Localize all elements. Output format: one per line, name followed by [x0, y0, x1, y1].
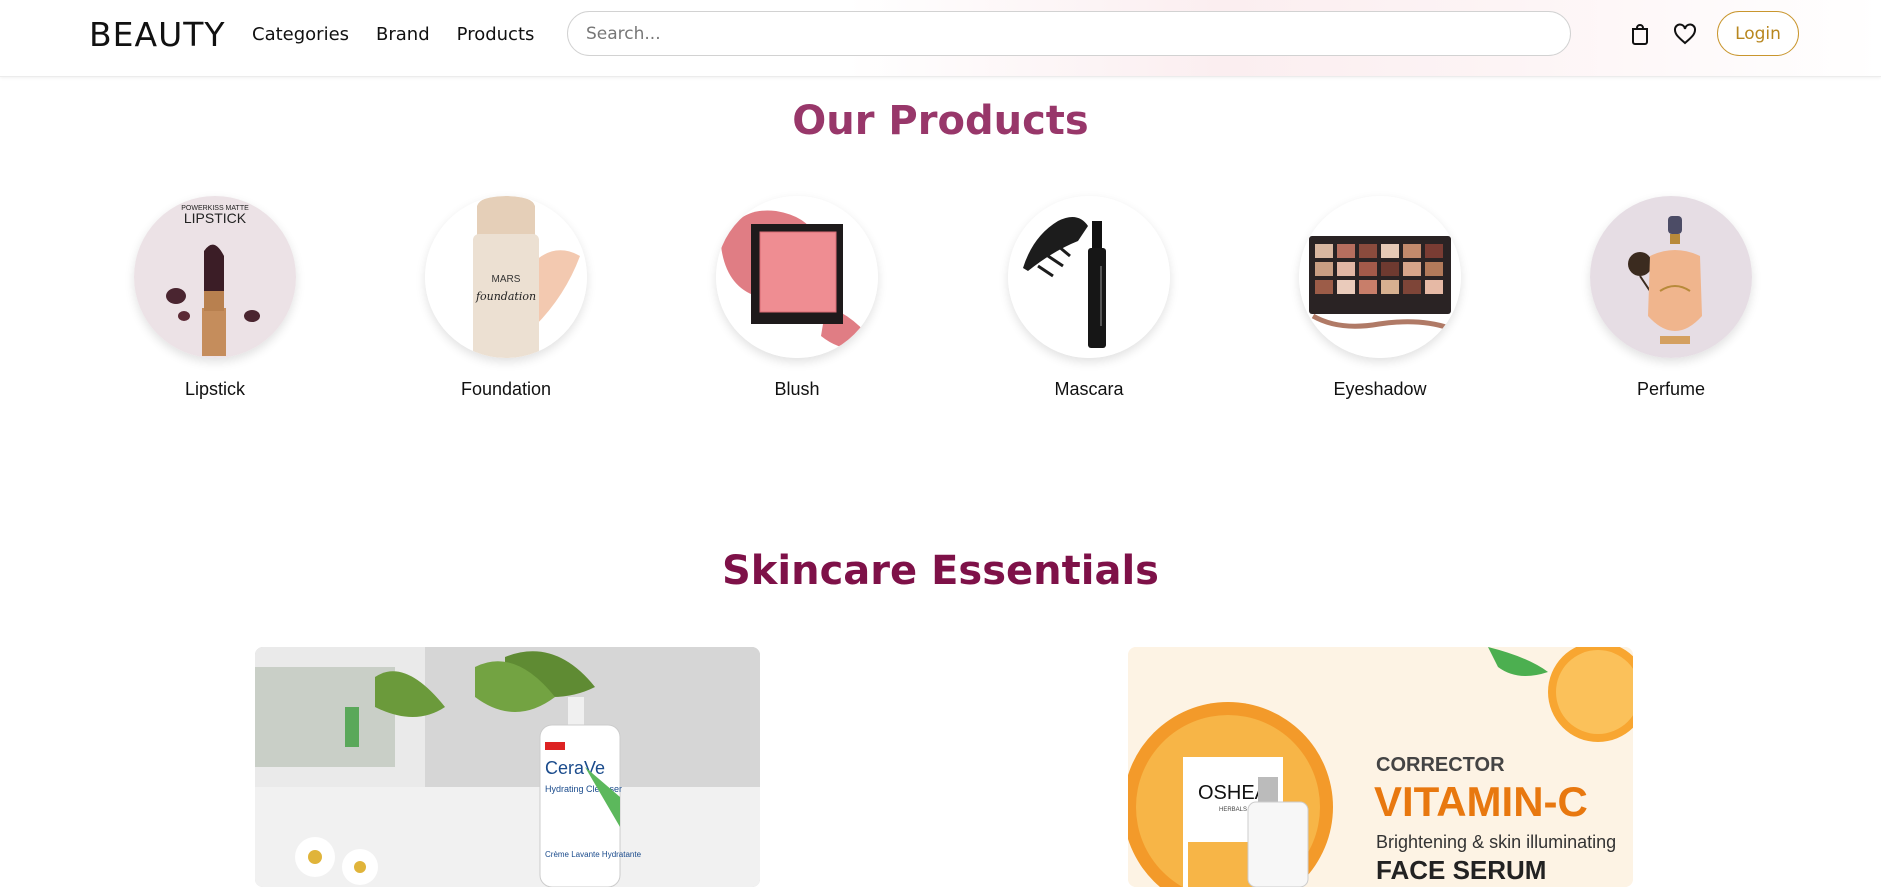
- products-section-title: Our Products: [792, 98, 1089, 144]
- skincare-section-title: Skincare Essentials: [722, 548, 1159, 594]
- lipstick-image: POWERKISS MATTE LIPSTICK: [134, 196, 296, 358]
- vitamin-main-text: VITAMIN-C: [1374, 778, 1588, 825]
- oshea-sub-text: HERBALS: [1219, 807, 1247, 813]
- vitamin-kicker-text: CORRECTOR: [1376, 754, 1505, 776]
- lipstick-image-text-main: LIPSTICK: [184, 210, 247, 226]
- product-label-mascara: Mascara: [1054, 379, 1124, 399]
- perfume-image: [1590, 196, 1752, 358]
- cerave-fr-text: Crème Lavante Hydratante: [545, 850, 642, 859]
- product-card-foundation[interactable]: MARS foundation Foundation: [386, 196, 626, 400]
- main-nav: Categories Brand Products: [252, 24, 534, 45]
- product-label-lipstick: Lipstick: [184, 379, 246, 399]
- product-label-perfume: Perfume: [1636, 379, 1706, 399]
- product-card-eyeshadow[interactable]: Eyeshadow: [1260, 196, 1500, 400]
- product-card-perfume[interactable]: Perfume: [1551, 196, 1791, 400]
- cerave-brand-text: CeraVe: [545, 758, 605, 778]
- product-card-mascara[interactable]: Mascara: [969, 196, 1209, 400]
- svg-text:foundation: foundation: [475, 290, 536, 303]
- login-button[interactable]: Login: [1717, 11, 1799, 56]
- product-card-blush[interactable]: Blush: [677, 196, 917, 400]
- foundation-image: MARS foundation: [425, 196, 587, 358]
- mascara-image: [1008, 196, 1170, 358]
- nav-categories[interactable]: Categories: [252, 24, 349, 45]
- skincare-card-cerave[interactable]: CeraVe Hydrating Cleanser Crème Lavante …: [255, 647, 760, 887]
- product-label-foundation: Foundation: [460, 379, 552, 399]
- vitamin-desc-text: Brightening & skin illuminating: [1376, 832, 1616, 852]
- nav-brand[interactable]: Brand: [376, 24, 430, 45]
- heart-icon[interactable]: [1673, 22, 1697, 46]
- product-label-blush: Blush: [774, 379, 820, 399]
- blush-image: [716, 196, 878, 358]
- search-input[interactable]: [567, 11, 1571, 56]
- foundation-image-text: MARS: [492, 274, 521, 285]
- nav-products[interactable]: Products: [457, 24, 535, 45]
- site-header: BEAUTY Categories Brand Products Login: [0, 0, 1881, 77]
- eyeshadow-image: [1299, 196, 1461, 358]
- brand-logo[interactable]: BEAUTY: [89, 15, 226, 54]
- vitamin-tail-text: FACE SERUM: [1376, 855, 1546, 885]
- product-label-eyeshadow: Eyeshadow: [1333, 379, 1427, 399]
- shopping-bag-icon[interactable]: [1628, 22, 1652, 46]
- skincare-card-vitamin-c[interactable]: OSHEA HERBALS CORRECTOR VITAMIN-C Bright…: [1128, 647, 1633, 887]
- product-card-lipstick[interactable]: POWERKISS MATTE LIPSTICK Lipstick: [95, 196, 335, 400]
